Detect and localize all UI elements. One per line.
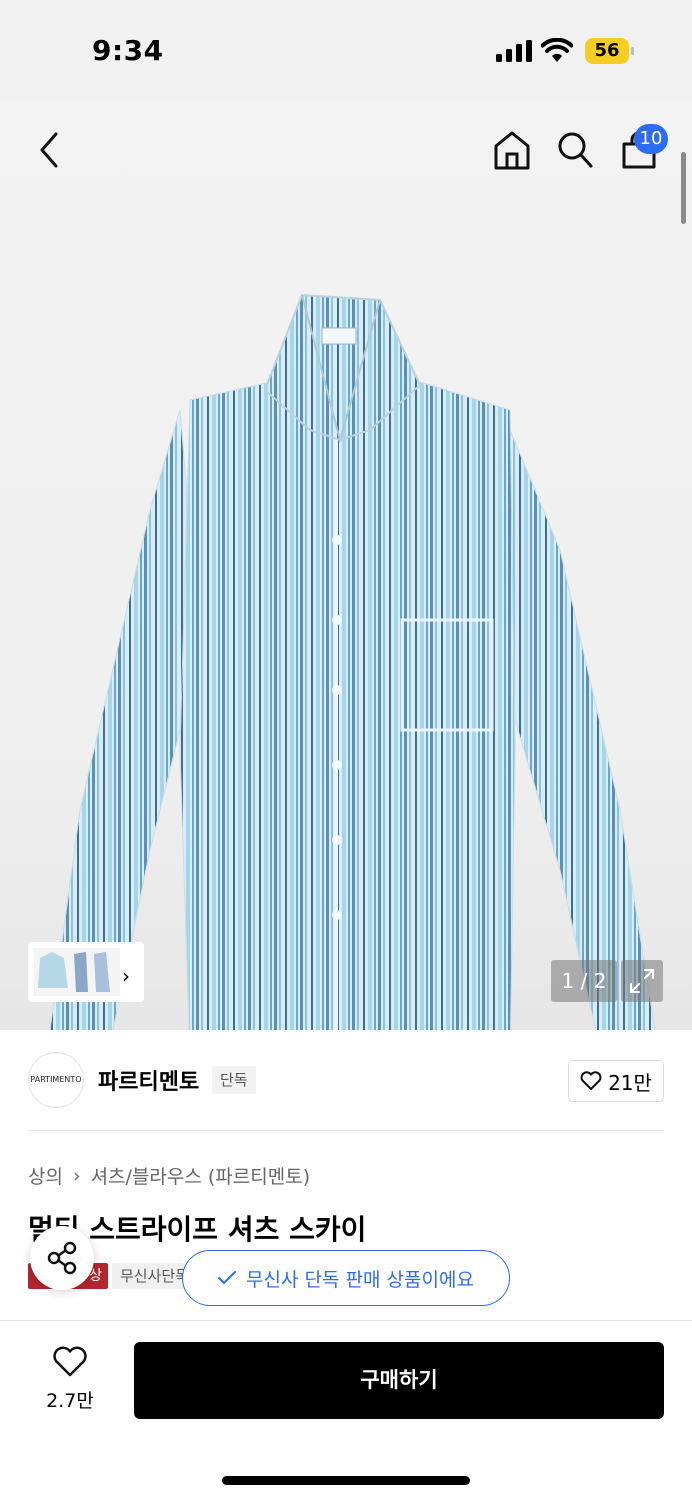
bottom-like-count: 2.7만 (46, 1390, 94, 1412)
brand-name[interactable]: 파르티멘토 (98, 1064, 199, 1096)
thumbnail-image (34, 948, 120, 996)
bottom-like-button[interactable]: 2.7만 (40, 1346, 100, 1413)
home-icon[interactable] (493, 130, 531, 170)
product-badge-gray: 무신사단독 (112, 1263, 192, 1289)
back-icon[interactable] (38, 132, 62, 168)
brand-logo[interactable]: PARTIMENTO (28, 1052, 84, 1108)
signal-icon (496, 40, 532, 62)
brand-like-button[interactable]: 21만 (568, 1060, 664, 1102)
wifi-icon (541, 38, 573, 62)
breadcrumb: 상의 › 셔츠/블라우스 (파르티멘토) (28, 1162, 310, 1189)
battery-indicator: 56 (585, 38, 635, 64)
breadcrumb-subcategory[interactable]: 셔츠/블라우스 (파르티멘토) (91, 1162, 311, 1189)
share-button[interactable] (30, 1226, 94, 1290)
home-indicator[interactable] (222, 1476, 470, 1485)
share-icon (47, 1241, 77, 1275)
breadcrumb-category[interactable]: 상의 (28, 1162, 63, 1189)
expand-icon[interactable] (621, 960, 663, 1002)
cart-count-badge: 10 (634, 124, 668, 154)
exclusive-tag: 단독 (212, 1066, 256, 1094)
product-gallery[interactable] (0, 100, 692, 1030)
status-bar: 9:34 56 (0, 0, 692, 100)
scrollbar[interactable] (681, 152, 686, 224)
image-pager: 1 / 2 (551, 960, 617, 1002)
divider (28, 1130, 664, 1131)
heart-icon (580, 1071, 602, 1090)
brand-like-count: 21만 (608, 1070, 652, 1095)
product-image (49, 293, 656, 1030)
check-icon (218, 1271, 237, 1285)
bottom-bar-divider (0, 1320, 692, 1321)
buy-button[interactable]: 구매하기 (134, 1342, 664, 1419)
heart-icon (53, 1346, 87, 1377)
battery-level: 56 (585, 38, 629, 64)
chevron-right-icon: › (72, 1164, 81, 1187)
toast-text: 무신사 단독 판매 상품이에요 (246, 1268, 474, 1291)
chevron-right-icon[interactable]: › (122, 964, 130, 988)
exclusive-toast: 무신사 단독 판매 상품이에요 (182, 1250, 510, 1306)
search-icon[interactable] (556, 130, 594, 170)
status-time: 9:34 (92, 34, 164, 67)
